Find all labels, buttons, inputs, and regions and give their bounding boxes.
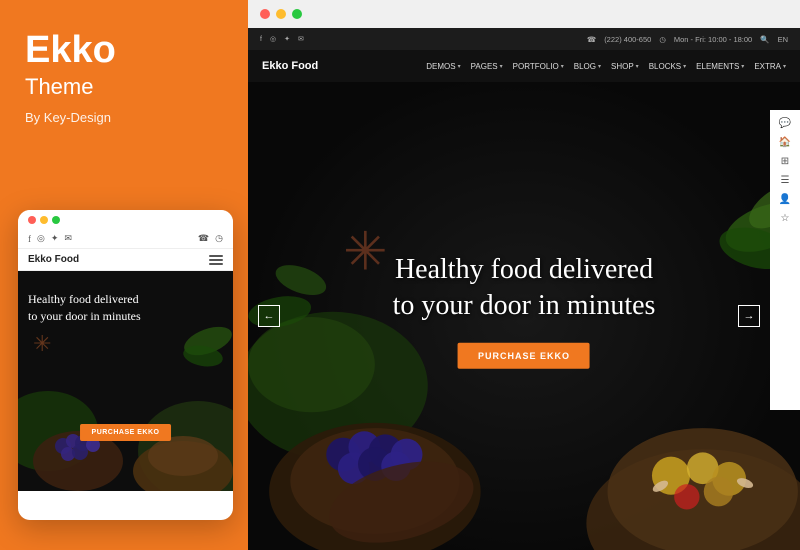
topbar-info: ☎ (222) 400-650 ◷ Mon - Fri: 10:00 - 18:… — [587, 35, 788, 44]
mobile-logo: Ekko Food — [28, 254, 79, 265]
topbar-search-icon[interactable]: 🔍 — [760, 35, 769, 44]
nav-item-portfolio[interactable]: PORTFOLIO ▾ — [513, 62, 564, 71]
brand-by: By Key-Design — [25, 110, 223, 125]
svg-text:✳: ✳ — [343, 223, 387, 281]
nav-item-shop[interactable]: SHOP ▾ — [611, 62, 639, 71]
desktop-title-bar — [248, 0, 800, 28]
nav-item-pages[interactable]: PAGES ▾ — [471, 62, 503, 71]
sidebar-star-icon[interactable]: ☆ — [781, 213, 790, 224]
hamburger-line-2 — [209, 259, 223, 261]
topbar-lang[interactable]: EN — [778, 35, 788, 44]
desktop-topbar: f ◎ ✦ ✉ ☎ (222) 400-650 ◷ Mon - Fri: 10:… — [248, 28, 800, 50]
instagram-icon: ◎ — [37, 233, 45, 244]
topbar-facebook: f — [260, 36, 262, 43]
topbar-email: ✉ — [298, 35, 304, 43]
mobile-social-bar: f ◎ ✦ ✉ ☎ ◷ — [18, 229, 233, 249]
hero-next-button[interactable]: → — [738, 305, 760, 327]
topbar-hours: Mon - Fri: 10:00 - 18:00 — [674, 35, 752, 44]
mobile-hero-text: Healthy food delivered to your door in m… — [28, 291, 223, 325]
sidebar-chat-icon[interactable]: 💬 — [779, 118, 791, 129]
svg-text:✳: ✳ — [33, 331, 51, 356]
hero-prev-button[interactable]: ← — [258, 305, 280, 327]
topbar-clock-icon: ◷ — [659, 35, 666, 44]
nav-logo: Ekko Food — [262, 60, 318, 72]
right-sidebar: 💬 🏠 ⊞ ☰ 👤 ☆ — [770, 110, 800, 410]
mobile-nav: Ekko Food — [18, 249, 233, 271]
mobile-dot-yellow — [40, 216, 48, 224]
desktop-mockup: f ◎ ✦ ✉ ☎ (222) 400-650 ◷ Mon - Fri: 10:… — [248, 0, 800, 550]
mobile-dot-green — [52, 216, 60, 224]
topbar-instagram: ◎ — [270, 35, 276, 43]
sidebar-list-icon[interactable]: ☰ — [781, 175, 790, 186]
desktop-navbar: Ekko Food DEMOS ▾ PAGES ▾ PORTFOLIO ▾ BL… — [248, 50, 800, 82]
nav-item-blog[interactable]: BLOG ▾ — [574, 62, 601, 71]
mobile-dot-red — [28, 216, 36, 224]
topbar-phone: (222) 400-650 — [604, 35, 651, 44]
dt-dot-yellow — [276, 9, 286, 19]
hero-text-area: Healthy food delivered to your door in m… — [393, 252, 656, 369]
facebook-icon: f — [28, 234, 31, 244]
topbar-twitter: ✦ — [284, 35, 290, 43]
hero-heading: Healthy food delivered to your door in m… — [393, 252, 656, 325]
hero-heading-line1: Healthy food delivered — [393, 252, 656, 288]
phone-icon: ☎ — [198, 233, 209, 244]
nav-items: DEMOS ▾ PAGES ▾ PORTFOLIO ▾ BLOG ▾ SHOP … — [426, 62, 786, 71]
hamburger-line-1 — [209, 255, 223, 257]
mobile-social-icons: f ◎ ✦ ✉ — [28, 233, 72, 244]
clock-icon: ◷ — [215, 233, 223, 244]
nav-item-blocks[interactable]: BLOCKS ▾ — [649, 62, 686, 71]
mobile-hero-heading-line1: Healthy food delivered — [28, 292, 139, 306]
hamburger-menu[interactable] — [209, 255, 223, 265]
desktop-hero: ✳ — [248, 82, 800, 550]
dt-dot-red — [260, 9, 270, 19]
sidebar-person-icon[interactable]: 👤 — [779, 194, 791, 205]
mobile-hero: ✳ Healthy food delivered to your door in… — [18, 271, 233, 491]
nav-item-extra[interactable]: EXTRA ▾ — [754, 62, 786, 71]
dt-dot-green — [292, 9, 302, 19]
mobile-mockup: f ◎ ✦ ✉ ☎ ◷ Ekko Food — [18, 210, 233, 520]
brand-name: Ekko — [25, 30, 223, 72]
mobile-hero-heading-line2: to your door in minutes — [28, 309, 141, 323]
hamburger-line-3 — [209, 263, 223, 265]
topbar-social: f ◎ ✦ ✉ — [260, 35, 304, 43]
left-panel: Ekko Theme By Key-Design f ◎ ✦ ✉ ☎ ◷ Ekk… — [0, 0, 248, 550]
sidebar-grid-icon[interactable]: ⊞ — [781, 156, 789, 167]
hero-cta-button[interactable]: PURCHASE EKKO — [458, 343, 590, 369]
sidebar-home-icon[interactable]: 🏠 — [779, 137, 791, 148]
mobile-cta-button[interactable]: PURCHASE EKKO — [80, 424, 172, 441]
mobile-title-bar — [18, 210, 233, 229]
topbar-phone-icon: ☎ — [587, 35, 596, 44]
nav-item-elements[interactable]: ELEMENTS ▾ — [696, 62, 744, 71]
hero-heading-line2: to your door in minutes — [393, 288, 656, 324]
nav-item-demos[interactable]: DEMOS ▾ — [426, 62, 460, 71]
mobile-contact-icons: ☎ ◷ — [198, 233, 223, 244]
brand-subtitle: Theme — [25, 74, 223, 100]
twitter-icon: ✦ — [51, 233, 59, 244]
email-icon: ✉ — [64, 233, 72, 244]
